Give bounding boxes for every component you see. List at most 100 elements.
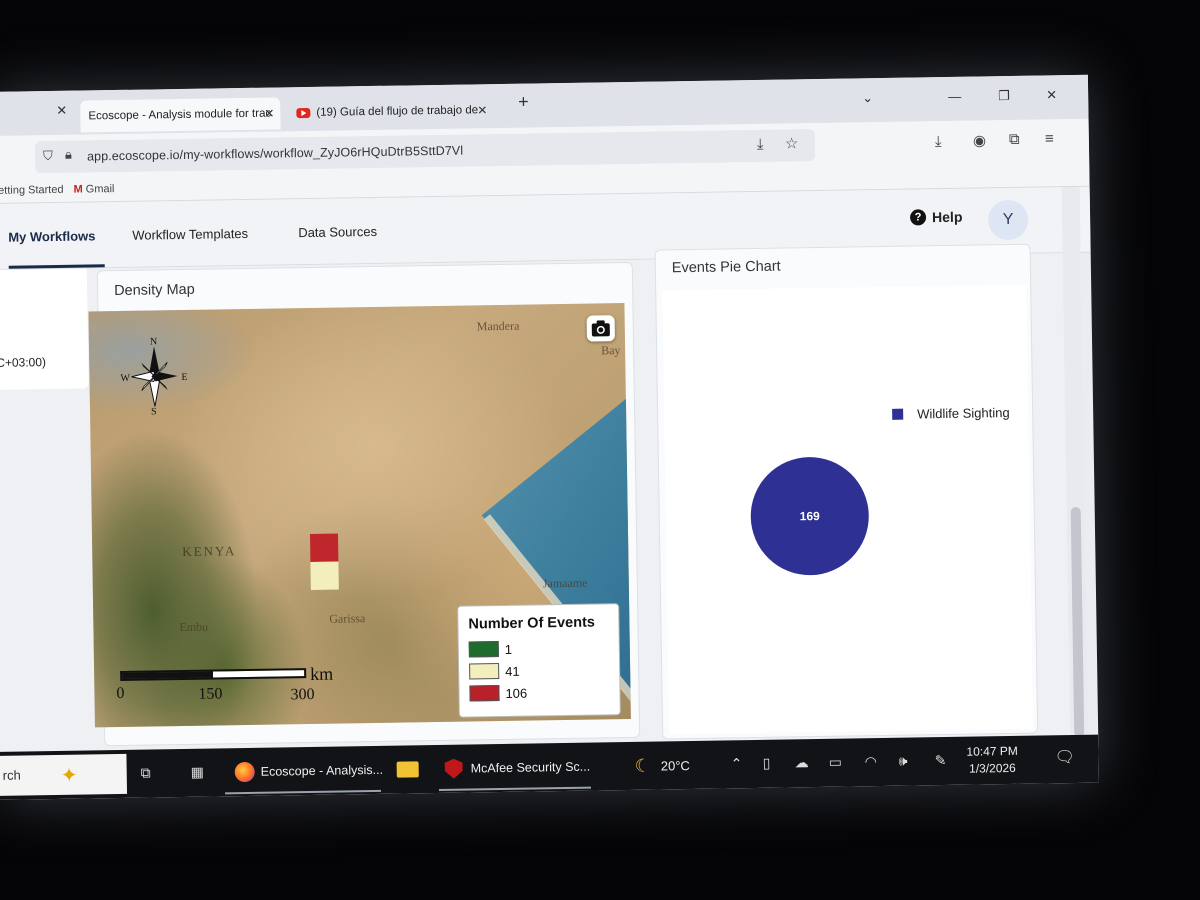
help-label: Help bbox=[931, 208, 963, 226]
place-label: Garissa bbox=[329, 611, 366, 626]
folder-icon bbox=[396, 761, 419, 778]
avatar[interactable]: Y bbox=[987, 199, 1029, 241]
taskbar-clock[interactable]: 10:47 PM 1/3/2026 bbox=[966, 743, 1018, 778]
url-text: app.ecoscope.io/my-workflows/workflow_Zy… bbox=[86, 143, 464, 164]
scale-tick: 300 bbox=[290, 685, 315, 704]
lock-icon: 🔒︎ bbox=[64, 146, 73, 162]
wifi-icon[interactable]: ◠ bbox=[864, 753, 876, 770]
compass-w: W bbox=[120, 373, 130, 384]
chevron-up-icon[interactable]: ⌃ bbox=[731, 755, 743, 772]
legend-label: 106 bbox=[505, 685, 528, 701]
place-label: Embu bbox=[179, 619, 209, 635]
taskbar-file-explorer[interactable] bbox=[396, 745, 419, 793]
nav-my-workflows[interactable]: My Workflows bbox=[8, 228, 95, 244]
star-icon[interactable]: ☆ bbox=[785, 134, 799, 152]
legend-item: 41 bbox=[469, 662, 520, 681]
close-icon[interactable]: ✕ bbox=[264, 107, 274, 121]
scale-unit: km bbox=[310, 663, 334, 685]
compass-s: S bbox=[151, 406, 157, 415]
density-map-title: Density Map bbox=[114, 281, 195, 300]
shield-icon: ⛉ bbox=[42, 147, 53, 164]
legend-title: Number Of Events bbox=[468, 614, 596, 633]
tab-youtube[interactable]: (19) Guía del flujo de trabajo de ✕ bbox=[288, 94, 493, 129]
tab-title: Ecoscope - Analysis module for trac bbox=[88, 107, 272, 123]
monitor-screen: ✕ Ecoscope - Analysis module for trac ✕ … bbox=[0, 74, 1099, 800]
pie-chart-title: Events Pie Chart bbox=[671, 258, 781, 277]
extensions-icon[interactable]: ⧉ bbox=[1009, 131, 1020, 148]
volume-icon[interactable]: 🕪︎ bbox=[898, 753, 907, 770]
place-label: Bay bbox=[601, 343, 621, 358]
workflow-info-card: C+03:00) bbox=[0, 268, 89, 390]
taskbar-app-firefox[interactable]: Ecoscope - Analysis... bbox=[234, 746, 383, 796]
legend-swatch bbox=[468, 641, 499, 658]
bookmark-getting-started[interactable]: Getting Started bbox=[0, 184, 64, 197]
compass-icon: N S W E bbox=[120, 336, 187, 417]
legend-item: 106 bbox=[469, 684, 527, 703]
onedrive-icon[interactable]: ☁ bbox=[795, 754, 809, 771]
download-page-icon[interactable]: ⤓ bbox=[757, 136, 764, 153]
weather-widget[interactable]: ☾ 20°C bbox=[634, 741, 690, 790]
gmail-icon: M bbox=[73, 183, 83, 196]
camera-icon bbox=[591, 320, 610, 337]
density-map[interactable]: Mandera KENYA Garissa Jamaame Bay Embu N… bbox=[88, 303, 631, 728]
nav-workflow-templates[interactable]: Workflow Templates bbox=[132, 226, 248, 243]
scale-tick: 150 bbox=[198, 685, 223, 703]
clock-time: 10:47 PM bbox=[966, 743, 1018, 759]
legend-swatch bbox=[469, 663, 500, 680]
account-icon[interactable]: ◉ bbox=[973, 131, 986, 149]
map-legend: Number Of Events 1 41 106 bbox=[457, 603, 621, 718]
pie-slice-label: 169 bbox=[800, 509, 821, 523]
help-icon: ? bbox=[909, 209, 927, 226]
mcafee-icon bbox=[445, 759, 463, 779]
help-button[interactable]: ? Help bbox=[909, 208, 963, 226]
scrollbar[interactable] bbox=[1061, 186, 1089, 778]
battery-icon[interactable]: ▭ bbox=[829, 754, 842, 771]
place-label: KENYA bbox=[182, 543, 237, 560]
close-icon[interactable]: ✕ bbox=[56, 103, 67, 119]
density-cell-high[interactable] bbox=[309, 533, 339, 562]
place-label: Jamaame bbox=[542, 575, 588, 591]
calendar-app-icon[interactable]: ▦ bbox=[191, 764, 204, 781]
taskbar-app-label: Ecoscope - Analysis... bbox=[260, 762, 384, 779]
dashboard-content: C+03:00) Density Map Mandera KENYA Garis… bbox=[0, 186, 1089, 778]
legend-label: 1 bbox=[504, 641, 513, 657]
close-icon[interactable]: ✕ bbox=[477, 103, 487, 117]
density-map-card: Density Map Mandera KENYA Garissa Jamaam… bbox=[88, 261, 641, 747]
maximize-icon[interactable]: ❐ bbox=[998, 88, 1010, 104]
taskbar-app-label: McAfee Security Sc... bbox=[470, 759, 591, 776]
new-tab-button[interactable]: + bbox=[518, 92, 529, 113]
density-cell-medium[interactable] bbox=[310, 561, 339, 590]
moon-icon: ☾ bbox=[634, 755, 651, 776]
nav-data-sources[interactable]: Data Sources bbox=[298, 224, 377, 240]
legend-item: 1 bbox=[468, 640, 513, 659]
firefox-icon bbox=[234, 761, 255, 783]
pen-icon[interactable]: ✎ bbox=[934, 752, 946, 769]
menu-icon[interactable]: ≡ bbox=[1045, 130, 1054, 147]
download-icon[interactable]: ⤓ bbox=[935, 133, 942, 150]
clock-date: 1/3/2026 bbox=[968, 760, 1016, 776]
taskbar-app-mcafee[interactable]: McAfee Security Sc... bbox=[444, 743, 590, 793]
search-text: rch bbox=[2, 767, 21, 783]
youtube-icon bbox=[296, 107, 311, 119]
scroll-thumb[interactable] bbox=[1070, 506, 1085, 738]
url-field[interactable]: ⛉ 🔒︎ app.ecoscope.io/my-workflows/workfl… bbox=[34, 129, 816, 174]
scale-tick: 0 bbox=[116, 684, 125, 703]
scale-bar bbox=[120, 668, 307, 681]
bookmark-gmail[interactable]: M Gmail bbox=[73, 183, 114, 196]
compass-e: E bbox=[181, 372, 187, 383]
legend-swatch bbox=[469, 685, 500, 702]
minimize-icon[interactable]: — bbox=[948, 89, 961, 104]
compass-n: N bbox=[150, 336, 157, 347]
task-view-icon[interactable]: ⧉ bbox=[141, 765, 151, 782]
screenshot-button[interactable] bbox=[586, 315, 615, 342]
copilot-icon: ✦ bbox=[60, 764, 78, 787]
place-label: Mandera bbox=[476, 318, 520, 334]
taskbar-search[interactable]: rch ✦ bbox=[0, 753, 128, 796]
bookmark-label: Gmail bbox=[85, 183, 115, 196]
tab-ecoscope[interactable]: Ecoscope - Analysis module for trac ✕ bbox=[80, 97, 281, 133]
close-icon[interactable]: ✕ bbox=[1046, 87, 1057, 103]
notifications-icon[interactable]: 🗨︎ bbox=[1054, 747, 1075, 767]
pie-chart[interactable]: 169 bbox=[662, 285, 1033, 735]
phone-link-icon[interactable]: ▯ bbox=[763, 755, 771, 772]
chevron-down-icon[interactable]: ⌄ bbox=[862, 90, 873, 106]
